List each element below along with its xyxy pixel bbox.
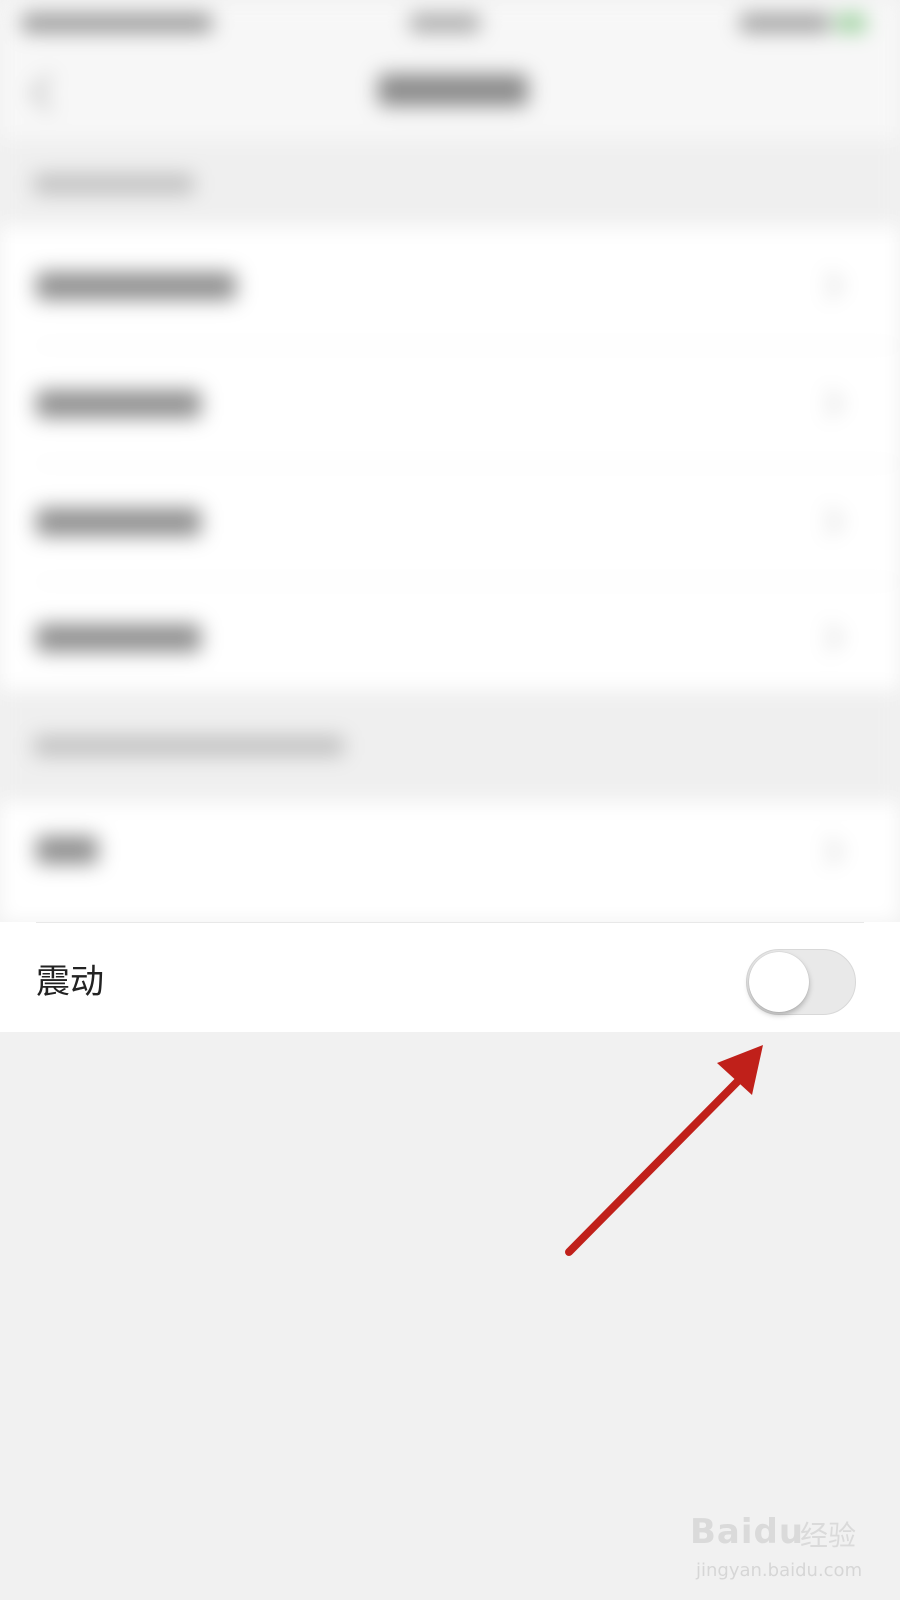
arrow-shaft [565,1075,744,1256]
settings-row[interactable] [0,226,900,346]
page-title [378,74,528,106]
settings-group [0,226,900,690]
status-icons [740,14,830,32]
blurred-settings-content [0,0,900,922]
settings-row[interactable] [0,802,900,922]
carrier-info [22,14,212,32]
settings-row[interactable] [0,344,900,464]
section-header [0,140,900,226]
vibrate-toggle[interactable] [746,949,856,1015]
watermark-logo: Baidu [690,1512,805,1552]
clock [410,14,480,32]
arrow-head-icon [717,1045,763,1095]
watermark-url: jingyan.baidu.com [696,1560,863,1581]
baidu-jingyan-watermark: Baidu 经验 jingyan.baidu.com [690,1500,863,1590]
battery-icon [836,14,866,32]
navigation-bar [0,44,900,140]
section-header [0,690,900,802]
watermark-name: 经验 [800,1519,857,1552]
back-arrow-icon[interactable] [30,74,68,112]
settings-row[interactable] [0,578,900,698]
status-bar [0,0,900,44]
settings-row[interactable] [0,462,900,582]
vibrate-label: 震动 [36,962,104,1002]
row-divider [36,922,864,923]
settings-group [0,802,900,922]
toggle-knob [749,952,809,1012]
